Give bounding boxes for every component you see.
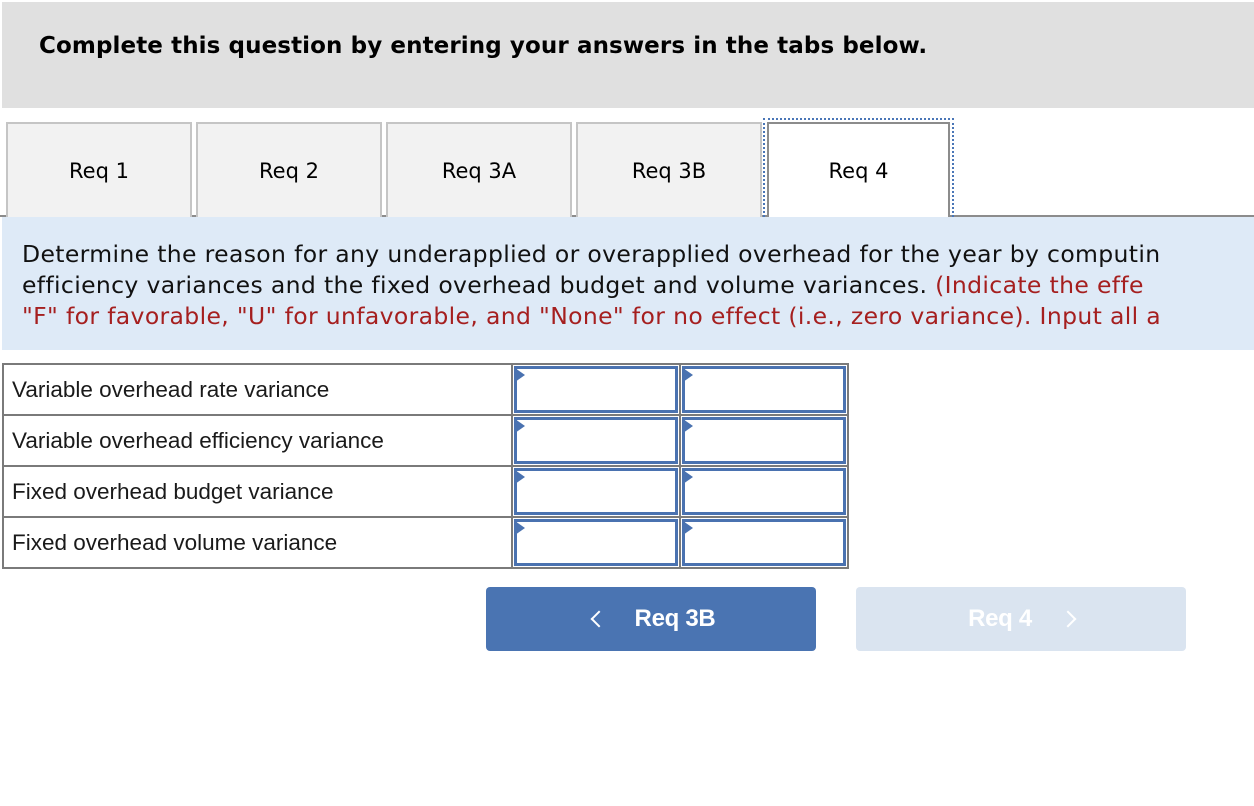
instructions-line-2: efficiency variances and the fixed overh… xyxy=(22,271,936,299)
variance-amount-input[interactable] xyxy=(517,522,675,563)
chevron-right-icon xyxy=(1059,610,1077,628)
input-flag-icon xyxy=(515,368,525,382)
input-flag-icon xyxy=(683,470,693,484)
next-req-button[interactable]: Req 4 xyxy=(856,587,1186,651)
next-req-label: Req 4 xyxy=(968,605,1032,632)
instructions-line-2-note: (Indicate the effe xyxy=(935,271,1144,299)
row-label: Variable overhead efficiency variance xyxy=(2,414,513,467)
table-row: Variable overhead rate variance xyxy=(2,363,849,416)
tab-req-3b[interactable]: Req 3B xyxy=(576,122,762,217)
input-flag-icon xyxy=(683,419,693,433)
table-row: Variable overhead efficiency variance xyxy=(2,414,849,467)
row-label: Fixed overhead volume variance xyxy=(2,516,513,569)
question-header: Complete this question by entering your … xyxy=(2,2,1254,108)
tab-label: Req 2 xyxy=(259,158,319,183)
variance-amount-input[interactable] xyxy=(517,369,675,410)
previous-req-label: Req 3B xyxy=(634,605,716,632)
tab-req-3a[interactable]: Req 3A xyxy=(386,122,572,217)
variance-amount-input[interactable] xyxy=(517,471,675,512)
previous-req-button[interactable]: Req 3B xyxy=(486,587,816,651)
instructions-line-1: Determine the reason for any underapplie… xyxy=(22,240,1161,268)
variance-effect-input[interactable] xyxy=(685,420,843,461)
tab-label: Req 4 xyxy=(828,158,889,183)
input-flag-icon xyxy=(515,419,525,433)
input-flag-icon xyxy=(515,521,525,535)
row-label: Fixed overhead budget variance xyxy=(2,465,513,518)
input-flag-icon xyxy=(683,521,693,535)
chevron-left-icon xyxy=(590,610,608,628)
tab-req-4[interactable]: Req 4 xyxy=(763,118,954,221)
input-flag-icon xyxy=(683,368,693,382)
variance-effect-input[interactable] xyxy=(685,471,843,512)
tab-req-1[interactable]: Req 1 xyxy=(6,122,192,217)
instructions-panel: Determine the reason for any underapplie… xyxy=(2,217,1254,350)
instructions-text: Determine the reason for any underapplie… xyxy=(22,239,1254,332)
variance-effect-input[interactable] xyxy=(685,522,843,563)
instructions-line-3-note: "F" for favorable, "U" for unfavorable, … xyxy=(22,302,1162,330)
input-flag-icon xyxy=(515,470,525,484)
variance-effect-input[interactable] xyxy=(685,369,843,410)
variance-amount-input[interactable] xyxy=(517,420,675,461)
row-label: Variable overhead rate variance xyxy=(2,363,513,416)
header-title: Complete this question by entering your … xyxy=(39,33,928,59)
tab-label: Req 1 xyxy=(69,158,129,183)
table-row: Fixed overhead budget variance xyxy=(2,465,849,518)
tab-label: Req 3A xyxy=(441,158,517,183)
tab-req-2[interactable]: Req 2 xyxy=(196,122,382,217)
table-row: Fixed overhead volume variance xyxy=(2,516,849,569)
tab-label: Req 3B xyxy=(631,158,707,183)
variance-answer-table: Variable overhead rate variance Variable… xyxy=(2,363,849,569)
